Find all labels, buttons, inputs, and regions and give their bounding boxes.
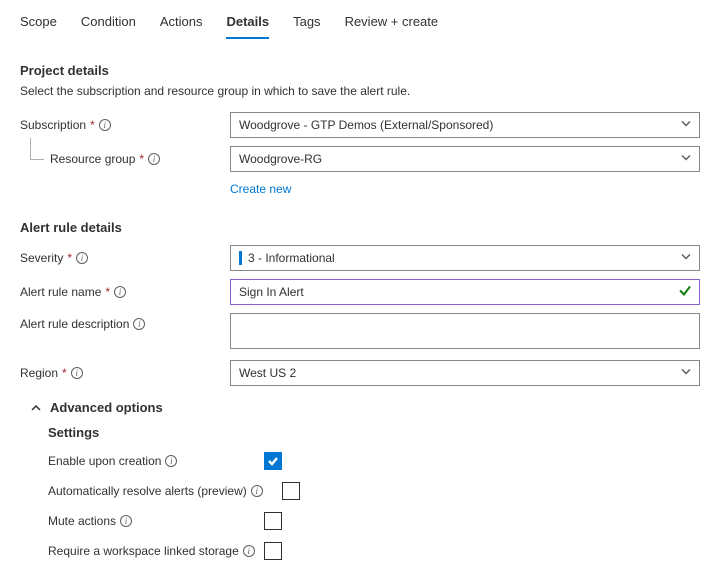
resource-group-label: Resource group * i (20, 152, 230, 166)
chevron-up-icon (30, 402, 42, 414)
info-icon[interactable]: i (99, 119, 111, 131)
require-linked-storage-checkbox[interactable] (264, 542, 282, 560)
info-icon[interactable]: i (71, 367, 83, 379)
tab-tags[interactable]: Tags (293, 10, 320, 39)
mute-actions-checkbox[interactable] (264, 512, 282, 530)
severity-select[interactable]: 3 - Informational (230, 245, 700, 271)
create-new-link[interactable]: Create new (230, 182, 291, 196)
wizard-tabs: Scope Condition Actions Details Tags Rev… (20, 10, 700, 39)
enable-upon-creation-checkbox[interactable] (264, 452, 282, 470)
project-details-title: Project details (20, 63, 700, 78)
info-icon[interactable]: i (120, 515, 132, 527)
region-select[interactable]: West US 2 (230, 360, 700, 386)
info-icon[interactable]: i (148, 153, 160, 165)
advanced-options-toggle[interactable]: Advanced options (30, 400, 700, 415)
info-icon[interactable]: i (114, 286, 126, 298)
subscription-label: Subscription * i (20, 118, 230, 132)
info-icon[interactable]: i (243, 545, 255, 557)
alert-rule-name-input[interactable]: Sign In Alert (230, 279, 700, 305)
auto-resolve-checkbox[interactable] (282, 482, 300, 500)
info-icon[interactable]: i (165, 455, 177, 467)
info-icon[interactable]: i (76, 252, 88, 264)
tab-details[interactable]: Details (226, 10, 269, 39)
tab-condition[interactable]: Condition (81, 10, 136, 39)
alert-rule-details-title: Alert rule details (20, 220, 700, 235)
severity-bar-icon (239, 251, 242, 265)
settings-title: Settings (48, 425, 700, 440)
tab-actions[interactable]: Actions (160, 10, 203, 39)
subscription-select[interactable]: Woodgrove - GTP Demos (External/Sponsore… (230, 112, 700, 138)
info-icon[interactable]: i (133, 318, 145, 330)
require-linked-storage-label: Require a workspace linked storage i (48, 544, 258, 558)
alert-rule-description-label: Alert rule description i (20, 313, 230, 331)
region-label: Region * i (20, 366, 230, 380)
tab-scope[interactable]: Scope (20, 10, 57, 39)
info-icon[interactable]: i (251, 485, 263, 497)
alert-rule-name-label: Alert rule name * i (20, 285, 230, 299)
tab-review-create[interactable]: Review + create (345, 10, 439, 39)
severity-label: Severity * i (20, 251, 230, 265)
resource-group-select[interactable]: Woodgrove-RG (230, 146, 700, 172)
enable-upon-creation-label: Enable upon creation i (48, 454, 258, 468)
project-details-subtitle: Select the subscription and resource gro… (20, 84, 700, 98)
auto-resolve-label: Automatically resolve alerts (preview) i (48, 484, 276, 498)
mute-actions-label: Mute actions i (48, 514, 258, 528)
alert-rule-description-input[interactable] (230, 313, 700, 349)
